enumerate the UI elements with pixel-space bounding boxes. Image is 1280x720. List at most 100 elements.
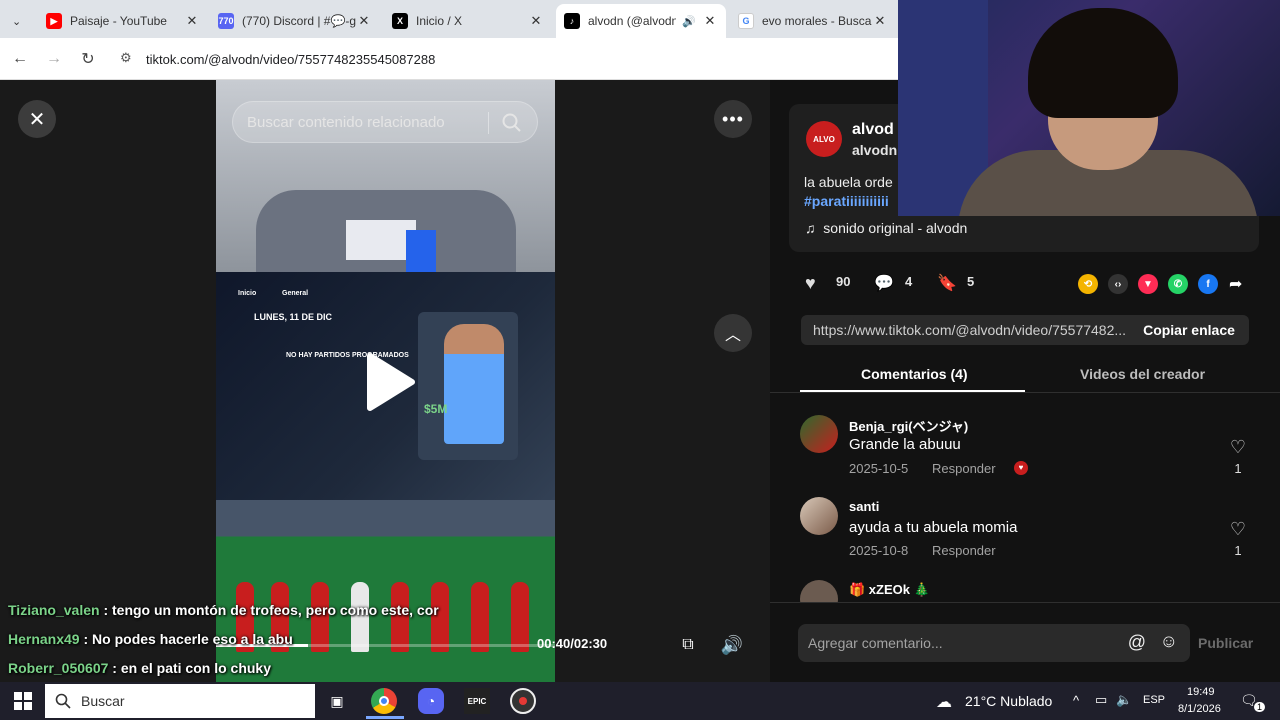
share-link-text[interactable]: https://www.tiktok.com/@alvodn/video/755…	[801, 322, 1129, 338]
comment-author[interactable]: Benja_rgi(ベンジャ)	[849, 416, 968, 435]
share-icon[interactable]: ➦	[1229, 274, 1242, 294]
play-button[interactable]	[364, 352, 416, 417]
volume-button[interactable]: 🔊	[713, 626, 751, 664]
task-view-icon[interactable]: ▣	[324, 688, 350, 714]
comment-partial: 🎁 xZEOk 🎄	[770, 578, 1280, 602]
facebook-icon[interactable]: f	[1198, 274, 1218, 294]
chat-message: Roberr_050607 : en el pati con lo chuky	[8, 660, 271, 676]
browser-tab-bar: ⌄ ▶ Paisaje - YouTube ✕ 770 (770) Discor…	[0, 0, 898, 38]
video-caption: la abuela orde	[804, 174, 893, 190]
close-tab-icon[interactable]: ✕	[702, 13, 718, 29]
creator-avatar[interactable]: ALVO	[806, 121, 842, 157]
forward-icon[interactable]: →	[44, 49, 64, 69]
comment-icon[interactable]: 💬	[874, 273, 894, 293]
comment-avatar[interactable]	[800, 415, 838, 453]
reply-button[interactable]: Responder	[932, 543, 996, 558]
discord-icon: 770	[218, 13, 234, 29]
epic-games-icon[interactable]: EPIC	[464, 688, 490, 714]
close-tab-icon[interactable]: ✕	[356, 13, 372, 29]
comment-author[interactable]: santi	[849, 499, 879, 514]
emoji-icon[interactable]: ☺	[1160, 631, 1178, 652]
reply-button[interactable]: Responder	[932, 461, 996, 476]
creator-display-name[interactable]: alvod	[852, 121, 894, 139]
bookmark-icon[interactable]: 🔖	[937, 273, 957, 293]
speaker-icon[interactable]: 🔊	[682, 15, 696, 28]
like-icon[interactable]: ♥	[805, 273, 816, 294]
music-note-icon: ♫	[805, 220, 816, 236]
search-icon	[55, 693, 71, 709]
mention-icon[interactable]: @	[1128, 632, 1146, 653]
tab-google[interactable]: G evo morales - Buscar ✕	[730, 4, 896, 38]
play-icon	[367, 353, 415, 411]
close-tab-icon[interactable]: ✕	[872, 13, 888, 29]
video-frame-stadium	[216, 500, 555, 682]
creator-username[interactable]: alvodn	[852, 142, 897, 158]
share-link-box: https://www.tiktok.com/@alvodn/video/755…	[801, 315, 1249, 345]
more-options-button[interactable]: •••	[714, 100, 752, 138]
volume-icon[interactable]: 🔈	[1116, 692, 1132, 708]
whatsapp-icon[interactable]: ✆	[1168, 274, 1188, 294]
publish-button[interactable]: Publicar	[1198, 635, 1253, 651]
close-icon: ✕	[28, 108, 46, 131]
creator-liked-badge: ♥	[1014, 461, 1028, 475]
related-search-input[interactable]: Buscar contenido relacionado	[232, 101, 538, 143]
language-indicator[interactable]: ESP	[1143, 694, 1165, 706]
tab-x[interactable]: X Inicio / X ✕	[384, 4, 552, 38]
google-icon: G	[738, 13, 754, 29]
url-field[interactable]: ⚙ tiktok.com/@alvodn/video/7557748235545…	[112, 44, 882, 74]
close-tab-icon[interactable]: ✕	[184, 13, 200, 29]
weather-text[interactable]: 21°C Nublado	[965, 693, 1052, 709]
comment-avatar[interactable]	[800, 580, 838, 602]
saves-count: 5	[967, 274, 975, 289]
tab-comments[interactable]: Comentarios (4)	[861, 366, 968, 382]
tiktok-icon: ♪	[564, 13, 580, 29]
discord-icon[interactable]: ◔	[418, 688, 444, 714]
comment-input[interactable]: Agregar comentario... @ ☺	[798, 624, 1190, 662]
send-to-friend-icon[interactable]: ▼	[1138, 274, 1158, 294]
tab-discord[interactable]: 770 (770) Discord | #💬-g ✕	[210, 4, 380, 38]
sound-link[interactable]: ♫ sonido original - alvodn	[805, 220, 967, 236]
likes-count: 90	[836, 274, 851, 289]
site-settings-icon[interactable]: ⚙	[120, 50, 132, 66]
copy-link-button[interactable]: Copiar enlace	[1129, 322, 1249, 338]
tab-tiktok[interactable]: ♪ alvodn (@alvodn 🔊 ✕	[556, 4, 726, 38]
address-bar-row: ← → ↻ ⚙ tiktok.com/@alvodn/video/7557748…	[0, 38, 898, 80]
repost-icon[interactable]: ⟲	[1078, 274, 1098, 294]
previous-video-button[interactable]: ︿	[714, 314, 752, 352]
webcam-overlay	[898, 0, 1280, 216]
active-app-indicator	[366, 716, 404, 719]
comment-author[interactable]: 🎁 xZEOk 🎄	[849, 582, 930, 598]
comments-count: 4	[905, 274, 913, 289]
comment-like-icon[interactable]: ♡	[1229, 519, 1247, 540]
comment-like-count: 1	[1234, 543, 1242, 558]
close-tab-icon[interactable]: ✕	[528, 13, 544, 29]
clock-date[interactable]: 8/1/2026	[1178, 703, 1221, 715]
embed-icon[interactable]: ‹›	[1108, 274, 1128, 294]
obs-icon[interactable]	[510, 688, 536, 714]
network-icon[interactable]: ▭	[1095, 692, 1107, 708]
back-icon[interactable]: ←	[10, 49, 30, 69]
comment-text: Grande la abuuu	[849, 436, 961, 453]
chat-message: Hernanx49 : No podes hacerle eso a la ab…	[8, 631, 293, 647]
chevron-up-icon[interactable]: ^	[1073, 693, 1079, 708]
comment-avatar[interactable]	[800, 497, 838, 535]
tab-creator-videos[interactable]: Videos del creador	[1080, 366, 1205, 382]
hashtag-link[interactable]: #paratiiiiiiiiiii	[804, 193, 889, 209]
pip-button[interactable]: ⧉	[669, 626, 707, 664]
windows-icon	[14, 692, 32, 710]
divider	[770, 602, 1280, 603]
notification-count: 1	[1254, 702, 1266, 712]
volume-icon: 🔊	[720, 634, 744, 655]
comment-date: 2025-10-5	[849, 461, 909, 476]
start-button[interactable]	[10, 688, 36, 714]
reload-icon[interactable]: ↻	[78, 49, 98, 69]
weather-cloud-icon[interactable]: ☁	[936, 692, 952, 712]
comment-like-icon[interactable]: ♡	[1229, 437, 1247, 458]
ellipsis-icon: •••	[722, 108, 744, 129]
tab-youtube[interactable]: ▶ Paisaje - YouTube ✕	[38, 4, 208, 38]
close-video-button[interactable]: ✕	[18, 100, 56, 138]
search-icon[interactable]	[501, 112, 523, 134]
chrome-icon[interactable]	[371, 688, 397, 714]
taskbar-search[interactable]: Buscar	[45, 684, 315, 718]
clock-time[interactable]: 19:49	[1187, 686, 1215, 698]
